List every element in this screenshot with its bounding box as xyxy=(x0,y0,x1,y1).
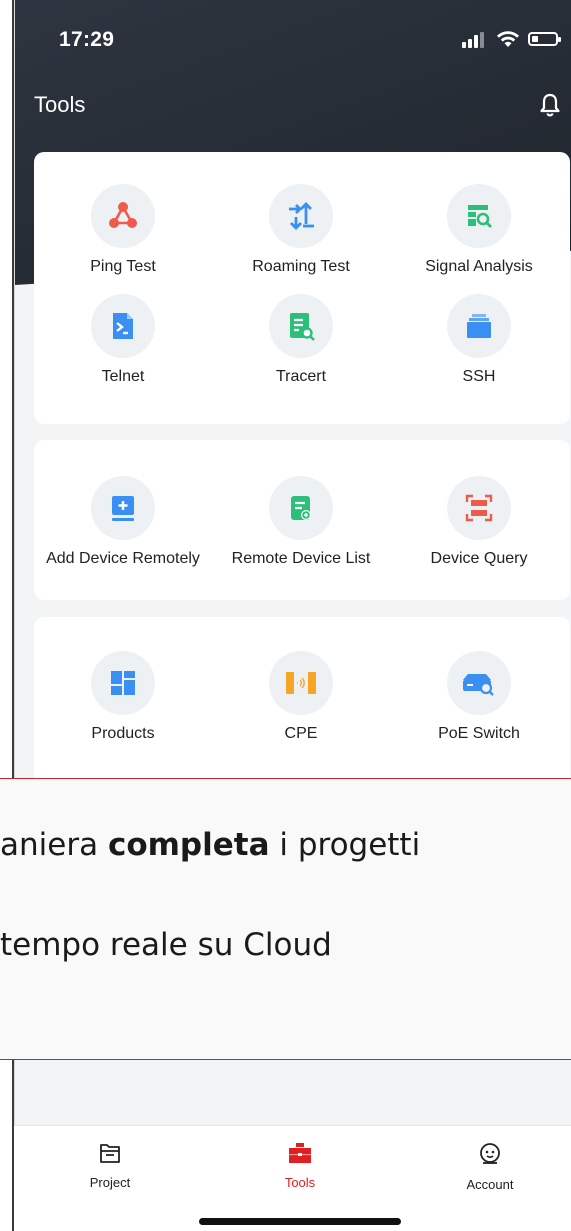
tool-label: Remote Device List xyxy=(231,550,371,567)
folder-icon xyxy=(100,1144,120,1163)
cellular-signal-icon xyxy=(462,30,488,48)
tab-label: Account xyxy=(466,1177,514,1192)
tool-telnet[interactable]: Telnet xyxy=(34,294,212,386)
tool-roaming-test[interactable]: Roaming Test xyxy=(212,184,390,276)
products-icon xyxy=(111,671,135,695)
tools-card-diagnostics: Ping Test Roaming Test Signal Analysis T… xyxy=(34,152,570,424)
telnet-icon xyxy=(113,313,133,339)
wifi-icon xyxy=(497,31,519,47)
tool-signal-analysis[interactable]: Signal Analysis xyxy=(390,184,568,276)
notification-bell-icon[interactable] xyxy=(538,92,562,118)
tool-label: Signal Analysis xyxy=(425,258,533,275)
tab-bar: Project Tools Account xyxy=(14,1125,571,1231)
tool-ssh[interactable]: SSH xyxy=(390,294,568,386)
tool-label: PoE Switch xyxy=(438,725,520,742)
tool-cpe[interactable]: CPE xyxy=(212,651,390,743)
tracert-icon xyxy=(290,313,315,341)
tool-label: Tracert xyxy=(275,368,327,385)
ssh-icon xyxy=(467,314,491,338)
tool-label: Products xyxy=(91,725,155,742)
ping-test-icon xyxy=(109,202,137,228)
tool-device-query[interactable]: Device Query xyxy=(390,476,568,568)
tab-project[interactable]: Project xyxy=(50,1142,170,1190)
tab-tools[interactable]: Tools xyxy=(240,1142,360,1190)
tool-label: SSH xyxy=(462,368,496,385)
tool-tracert[interactable]: Tracert xyxy=(212,294,390,386)
caption-overlay: aniera completa i progetti tempo reale s… xyxy=(0,778,571,1060)
tool-poe-switch[interactable]: PoE Switch xyxy=(390,651,568,743)
cpe-icon xyxy=(286,672,316,694)
tools-card-devices: Add Device Remotely Remote Device List D… xyxy=(34,440,570,600)
status-bar: 17:29 xyxy=(15,22,571,64)
signal-analysis-icon xyxy=(468,205,492,228)
tool-label: Roaming Test xyxy=(252,258,350,275)
tools-card-products: Products CPE PoE Switch xyxy=(34,617,570,787)
battery-icon xyxy=(528,32,561,46)
caption-line-1: aniera completa i progetti xyxy=(0,827,421,863)
status-time: 17:29 xyxy=(59,28,115,51)
tool-label: Telnet xyxy=(101,368,145,385)
add-device-icon xyxy=(112,496,134,521)
tool-remote-device-list[interactable]: Remote Device List xyxy=(212,476,390,568)
page-title: Tools xyxy=(34,92,86,117)
tool-label: CPE xyxy=(284,725,318,742)
home-indicator[interactable] xyxy=(199,1218,401,1225)
tab-label: Tools xyxy=(284,1175,316,1190)
tool-products[interactable]: Products xyxy=(34,651,212,743)
device-query-icon xyxy=(465,494,493,522)
tool-label: Add Device Remotely xyxy=(46,550,200,567)
remote-device-list-icon xyxy=(291,496,311,520)
tab-account[interactable]: Account xyxy=(430,1142,550,1192)
poe-switch-icon xyxy=(463,674,494,696)
screen: 17:29 Tools Ping Test Roaming Test Signa… xyxy=(0,0,571,1231)
tool-add-device-remotely[interactable]: Add Device Remotely xyxy=(34,476,212,568)
tab-label: Project xyxy=(89,1175,131,1190)
account-icon xyxy=(480,1143,500,1164)
tool-ping-test[interactable]: Ping Test xyxy=(34,184,212,276)
system-icons xyxy=(462,30,561,48)
roaming-test-icon xyxy=(289,202,314,230)
toolbox-icon xyxy=(289,1143,311,1163)
tool-label: Ping Test xyxy=(90,258,156,275)
tool-label: Device Query xyxy=(430,550,528,567)
caption-line-2: tempo reale su Cloud xyxy=(0,927,332,963)
